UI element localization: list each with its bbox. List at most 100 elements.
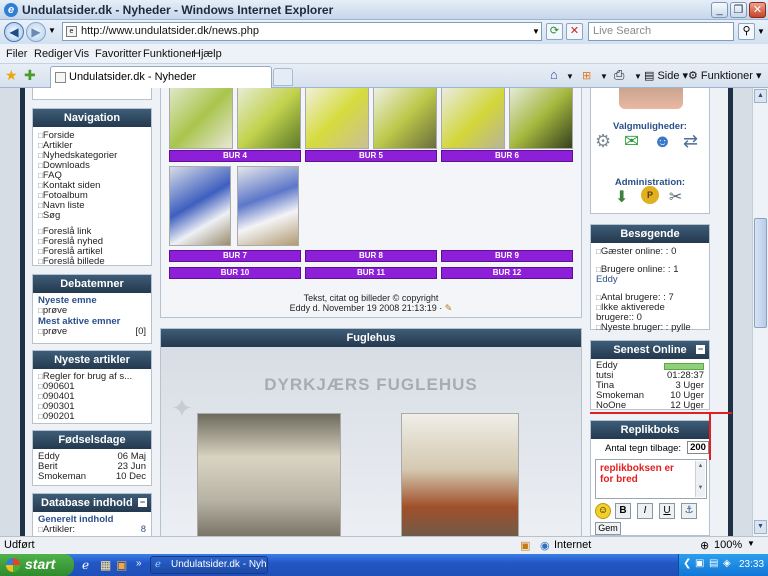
cage-button-bur8[interactable]: BUR 8	[305, 250, 437, 262]
collapse-icon[interactable]: −	[696, 345, 705, 354]
print-icon[interactable]: ⎙	[614, 67, 624, 83]
messages-icon[interactable]: ✉	[624, 131, 639, 152]
italic-button[interactable]: I	[637, 503, 653, 519]
tray-volume-icon[interactable]: ◈	[723, 558, 731, 569]
cage-button-bur11[interactable]: BUR 11	[305, 267, 437, 279]
textarea-scrollbar[interactable]: ▲ ▼	[695, 461, 705, 497]
cage-button-bur10[interactable]: BUR 10	[169, 267, 301, 279]
zoom-icon[interactable]: ⊕	[700, 539, 709, 552]
tools-menu-button[interactable]: ⚙ Funktioner ▾	[688, 69, 761, 82]
budgie-photo[interactable]	[441, 88, 505, 149]
nav-link-sog[interactable]: Søg	[38, 211, 146, 221]
quicklaunch-ie-icon[interactable]: ℯ	[82, 558, 89, 572]
cage-button-bur6[interactable]: BUR 6	[441, 150, 573, 162]
vertical-scrollbar[interactable]: ▲ ▼	[752, 88, 768, 536]
page-content: Navigation Forside Artikler Nyhedskatego…	[0, 88, 752, 536]
cage-button-bur12[interactable]: BUR 12	[441, 267, 573, 279]
shoutbox-textarea[interactable]: replikboksen er for bred ▲ ▼	[595, 459, 707, 499]
admin-tools-icon[interactable]: ✂	[669, 187, 682, 207]
article-link[interactable]: 090201	[38, 412, 146, 422]
tab-undulatsider[interactable]: Undulatsider.dk - Nyheder	[50, 66, 272, 88]
scroll-thumb[interactable]	[754, 218, 767, 328]
db-articles-label[interactable]: Artikler:	[38, 525, 75, 535]
feeds-dropdown-icon[interactable]: ▼	[600, 72, 608, 81]
budgie-photo[interactable]	[237, 88, 301, 149]
url-dropdown-icon[interactable]: ▼	[532, 27, 540, 36]
taskbar-ie-window[interactable]: ℯ Undulatsider.dk - Nyh...	[150, 556, 268, 574]
db-articles-count: 8	[140, 524, 146, 535]
menu-hjaelp[interactable]: Hjælp	[193, 48, 222, 60]
smiley-icon[interactable]: ☺	[595, 503, 611, 519]
members-icon[interactable]: ☻	[653, 131, 672, 152]
minimize-button[interactable]: _	[711, 2, 728, 18]
admin-download-icon[interactable]: ⬇	[615, 187, 628, 207]
birdroom-photo[interactable]	[401, 413, 519, 536]
favorites-star-icon[interactable]: ★	[5, 67, 18, 84]
cage-button-bur4[interactable]: BUR 4	[169, 150, 301, 162]
active-topic-link[interactable]: prøve	[38, 327, 67, 337]
online-user-link[interactable]: Eddy	[596, 275, 704, 285]
start-button[interactable]: start	[0, 554, 74, 576]
scroll-up-icon[interactable]: ▲	[754, 89, 767, 103]
zoom-dropdown-icon[interactable]: ▼	[747, 539, 755, 548]
feeds-icon[interactable]: ⊞	[582, 69, 591, 82]
url-field[interactable]: e http://www.undulatsider.dk/news.php	[62, 22, 542, 41]
status-bar: Udført ▣ ◉ Internet ⊕ 100% ▼	[0, 536, 768, 554]
edit-pencil-icon[interactable]: ✎	[445, 303, 453, 313]
close-button[interactable]: ✕	[749, 2, 766, 18]
menu-vis[interactable]: Vis	[74, 48, 89, 60]
budgie-photo[interactable]	[305, 88, 369, 149]
logout-icon[interactable]: ⇄	[683, 131, 698, 152]
cage-button-bur5[interactable]: BUR 5	[305, 150, 437, 162]
quicklaunch-more-icon[interactable]: »	[136, 558, 142, 569]
back-button[interactable]: ◀	[4, 22, 24, 42]
newest-topic-link[interactable]: prøve	[38, 306, 146, 316]
search-input[interactable]: Live Search	[588, 22, 734, 41]
save-shout-button[interactable]: Gem	[595, 522, 621, 535]
budgie-photo[interactable]	[169, 166, 231, 246]
cage-button-bur7[interactable]: BUR 7	[169, 250, 301, 262]
tray-arrow-icon[interactable]: ❮	[683, 558, 691, 569]
add-favorites-icon[interactable]: ✚	[24, 67, 36, 84]
bold-button[interactable]: B	[615, 503, 631, 519]
home-dropdown-icon[interactable]: ▼	[566, 72, 574, 81]
stop-button[interactable]: ✕	[566, 23, 583, 40]
search-options-icon[interactable]: ▼	[757, 27, 765, 36]
menu-favoritter[interactable]: Favoritter	[95, 48, 141, 60]
settings-gear-icon[interactable]: ⚙	[595, 131, 611, 152]
birthdays-panel: Fødselsdage Eddy 06 Maj Berit 23 Jun Smoke…	[32, 430, 152, 486]
scroll-down-icon[interactable]: ▼	[754, 520, 767, 534]
menu-filer[interactable]: Filer	[6, 48, 27, 60]
collapse-icon[interactable]: −	[138, 498, 147, 507]
link-icon[interactable]: ⚓	[681, 503, 697, 519]
zoom-level[interactable]: 100%	[714, 539, 742, 551]
budgie-photo[interactable]	[373, 88, 437, 149]
tab-favicon-icon	[55, 72, 66, 83]
forward-button[interactable]: ▶	[26, 22, 46, 42]
tray-app-icon[interactable]: ▣	[695, 558, 704, 569]
new-tab-button[interactable]	[273, 68, 293, 86]
tab-bar: ★ ✚ Undulatsider.dk - Nyheder ⌂ ▼ ⊞ ▼ ⎙ …	[0, 64, 768, 88]
quicklaunch-media-icon[interactable]: ▣	[116, 558, 127, 572]
budgie-photo[interactable]	[237, 166, 299, 246]
tray-network-icon[interactable]: ▤	[709, 558, 718, 569]
menu-rediger[interactable]: Rediger	[34, 48, 73, 60]
budgie-photo[interactable]	[509, 88, 573, 149]
cage-button-bur9[interactable]: BUR 9	[441, 250, 573, 262]
search-icon[interactable]: ⚲	[738, 23, 755, 40]
quicklaunch-desktop-icon[interactable]: ▦	[100, 558, 111, 572]
taskbar-task-label: Undulatsider.dk - Nyh...	[171, 559, 268, 570]
birdroom-photo[interactable]	[197, 413, 341, 536]
print-dropdown-icon[interactable]: ▼	[634, 72, 642, 81]
maximize-button[interactable]: ❐	[730, 2, 747, 18]
budgie-photo[interactable]	[169, 88, 233, 149]
refresh-button[interactable]: ⟳	[546, 23, 563, 40]
menu-funktioner[interactable]: Funktioner	[143, 48, 195, 60]
underline-button[interactable]: U	[659, 503, 675, 519]
history-dropdown-icon[interactable]: ▼	[48, 26, 56, 35]
page-menu-button[interactable]: ▤ Side ▾	[644, 69, 688, 82]
admin-panel-icon[interactable]: P	[641, 186, 659, 204]
suggest-image[interactable]: Foreslå billede	[38, 257, 146, 267]
online-user-name[interactable]: NoOne	[596, 401, 626, 411]
home-icon[interactable]: ⌂	[550, 67, 558, 82]
